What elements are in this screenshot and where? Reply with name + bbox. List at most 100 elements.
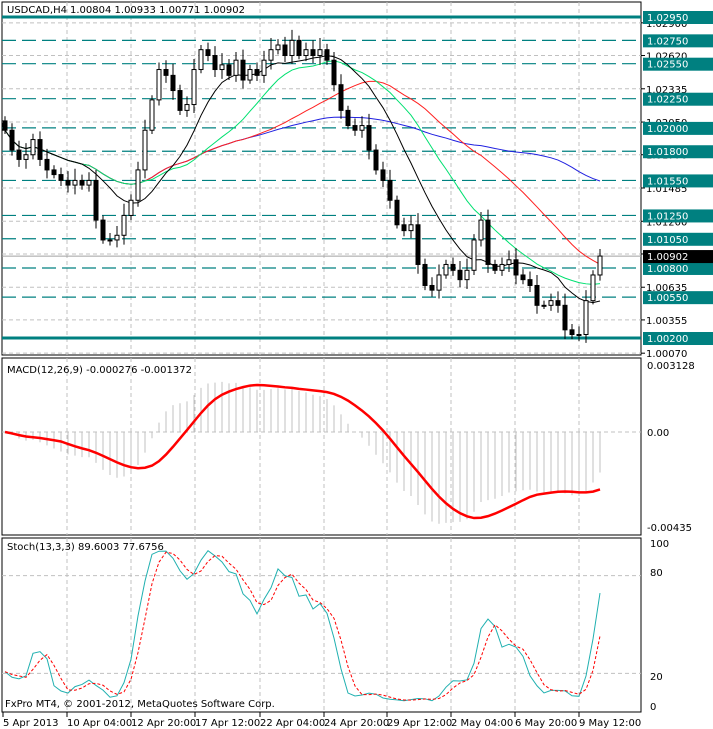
time-label: 17 Apr 12:00 — [195, 718, 260, 729]
bull-candle — [317, 49, 323, 57]
bear-candle — [331, 59, 337, 86]
bull-candle — [478, 219, 484, 241]
macd-title: MACD(12,26,9) -0.000276 -0.001372 — [7, 365, 192, 376]
bull-candle — [590, 274, 596, 302]
bull-candle — [436, 274, 442, 291]
bull-candle — [107, 239, 113, 242]
bull-candle — [142, 129, 148, 171]
copyright-text: FxPro MT4, © 2001-2012, MetaQuotes Softw… — [5, 699, 275, 710]
bear-candle — [429, 284, 435, 291]
bear-candle — [65, 179, 71, 186]
bull-candle — [506, 259, 512, 265]
bull-candle — [149, 99, 155, 131]
level-label: 1.00200 — [647, 334, 688, 345]
bear-candle — [205, 49, 211, 57]
bull-candle — [191, 69, 197, 106]
bull-candle — [548, 300, 554, 306]
bull-candle — [121, 214, 127, 236]
bear-candle — [254, 69, 260, 76]
level-label: 1.01250 — [647, 211, 688, 222]
time-label: 6 May 20:00 — [515, 718, 577, 729]
bull-candle — [23, 154, 29, 160]
bear-candle — [401, 224, 407, 232]
bear-candle — [366, 125, 372, 151]
bear-candle — [177, 90, 183, 111]
bull-candle — [128, 199, 134, 216]
stoch-axis-label: 20 — [650, 672, 663, 683]
bull-candle — [261, 59, 267, 76]
bull-candle — [30, 139, 36, 156]
bull-candle — [408, 224, 414, 232]
bear-candle — [513, 259, 519, 276]
time-label: 22 Apr 04:00 — [260, 718, 325, 729]
bear-candle — [310, 49, 316, 57]
bear-candle — [485, 219, 491, 265]
bull-candle — [135, 169, 141, 201]
bull-candle — [464, 269, 470, 281]
chart-header: USDCAD,H4 — [7, 5, 67, 16]
bear-candle — [324, 49, 330, 61]
macd-axis-label: 0.00 — [647, 428, 669, 439]
level-label: 1.00550 — [647, 293, 688, 304]
bear-candle — [240, 59, 246, 81]
price-tick-label: 1.00355 — [646, 316, 687, 327]
level-label: 1.02000 — [647, 124, 688, 135]
bull-candle — [275, 44, 281, 51]
macd-panel — [1, 357, 642, 536]
time-label: 10 Apr 04:00 — [67, 718, 132, 729]
bull-candle — [583, 300, 589, 336]
bear-candle — [100, 219, 106, 241]
bear-candle — [345, 109, 351, 127]
chart-ohlc: 1.00804 1.00933 1.00771 1.00902 — [70, 5, 245, 16]
bull-candle — [156, 69, 162, 101]
bull-candle — [471, 239, 477, 271]
bear-candle — [58, 174, 64, 181]
bear-candle — [79, 179, 85, 186]
bear-candle — [9, 129, 15, 151]
time-label: 29 Apr 12:00 — [387, 718, 452, 729]
bear-candle — [163, 69, 169, 76]
bear-candle — [170, 74, 176, 92]
bull-candle — [198, 49, 204, 71]
stoch-axis-label: 0 — [650, 702, 656, 713]
level-label: 1.01050 — [647, 235, 688, 246]
bear-candle — [226, 64, 232, 76]
bull-candle — [233, 59, 239, 76]
bear-candle — [2, 120, 8, 131]
bull-candle — [268, 49, 274, 61]
bull-candle — [541, 304, 547, 307]
bear-candle — [569, 329, 575, 336]
level-label: 1.01800 — [647, 147, 688, 158]
trading-chart[interactable]: 1.029001.026201.023351.020501.017701.014… — [0, 0, 713, 729]
bear-candle — [93, 179, 99, 221]
bear-candle — [44, 158, 50, 171]
bull-candle — [597, 255, 603, 276]
bull-candle — [359, 125, 365, 131]
bear-candle — [296, 39, 302, 57]
bear-candle — [492, 263, 498, 271]
bear-candle — [415, 224, 421, 265]
bear-candle — [37, 139, 43, 160]
macd-axis-label: 0.003128 — [647, 361, 695, 372]
bear-candle — [534, 284, 540, 306]
bear-candle — [16, 149, 22, 160]
bear-candle — [212, 55, 218, 71]
bear-candle — [520, 274, 526, 281]
bull-candle — [303, 49, 309, 57]
bear-candle — [555, 300, 561, 306]
level-label: 1.02250 — [647, 95, 688, 106]
bull-candle — [86, 179, 92, 186]
stoch-panel — [1, 537, 642, 713]
bear-candle — [562, 304, 568, 331]
time-label: 24 Apr 20:00 — [324, 718, 389, 729]
bear-candle — [373, 149, 379, 171]
bear-candle — [394, 199, 400, 226]
price-tick-label: 1.00070 — [646, 349, 687, 360]
bull-candle — [219, 64, 225, 71]
time-label: 9 May 12:00 — [579, 718, 641, 729]
level-label: 1.02950 — [647, 13, 688, 24]
bull-candle — [443, 263, 449, 276]
bull-candle — [499, 263, 505, 271]
bear-candle — [380, 169, 386, 181]
bear-candle — [422, 263, 428, 286]
